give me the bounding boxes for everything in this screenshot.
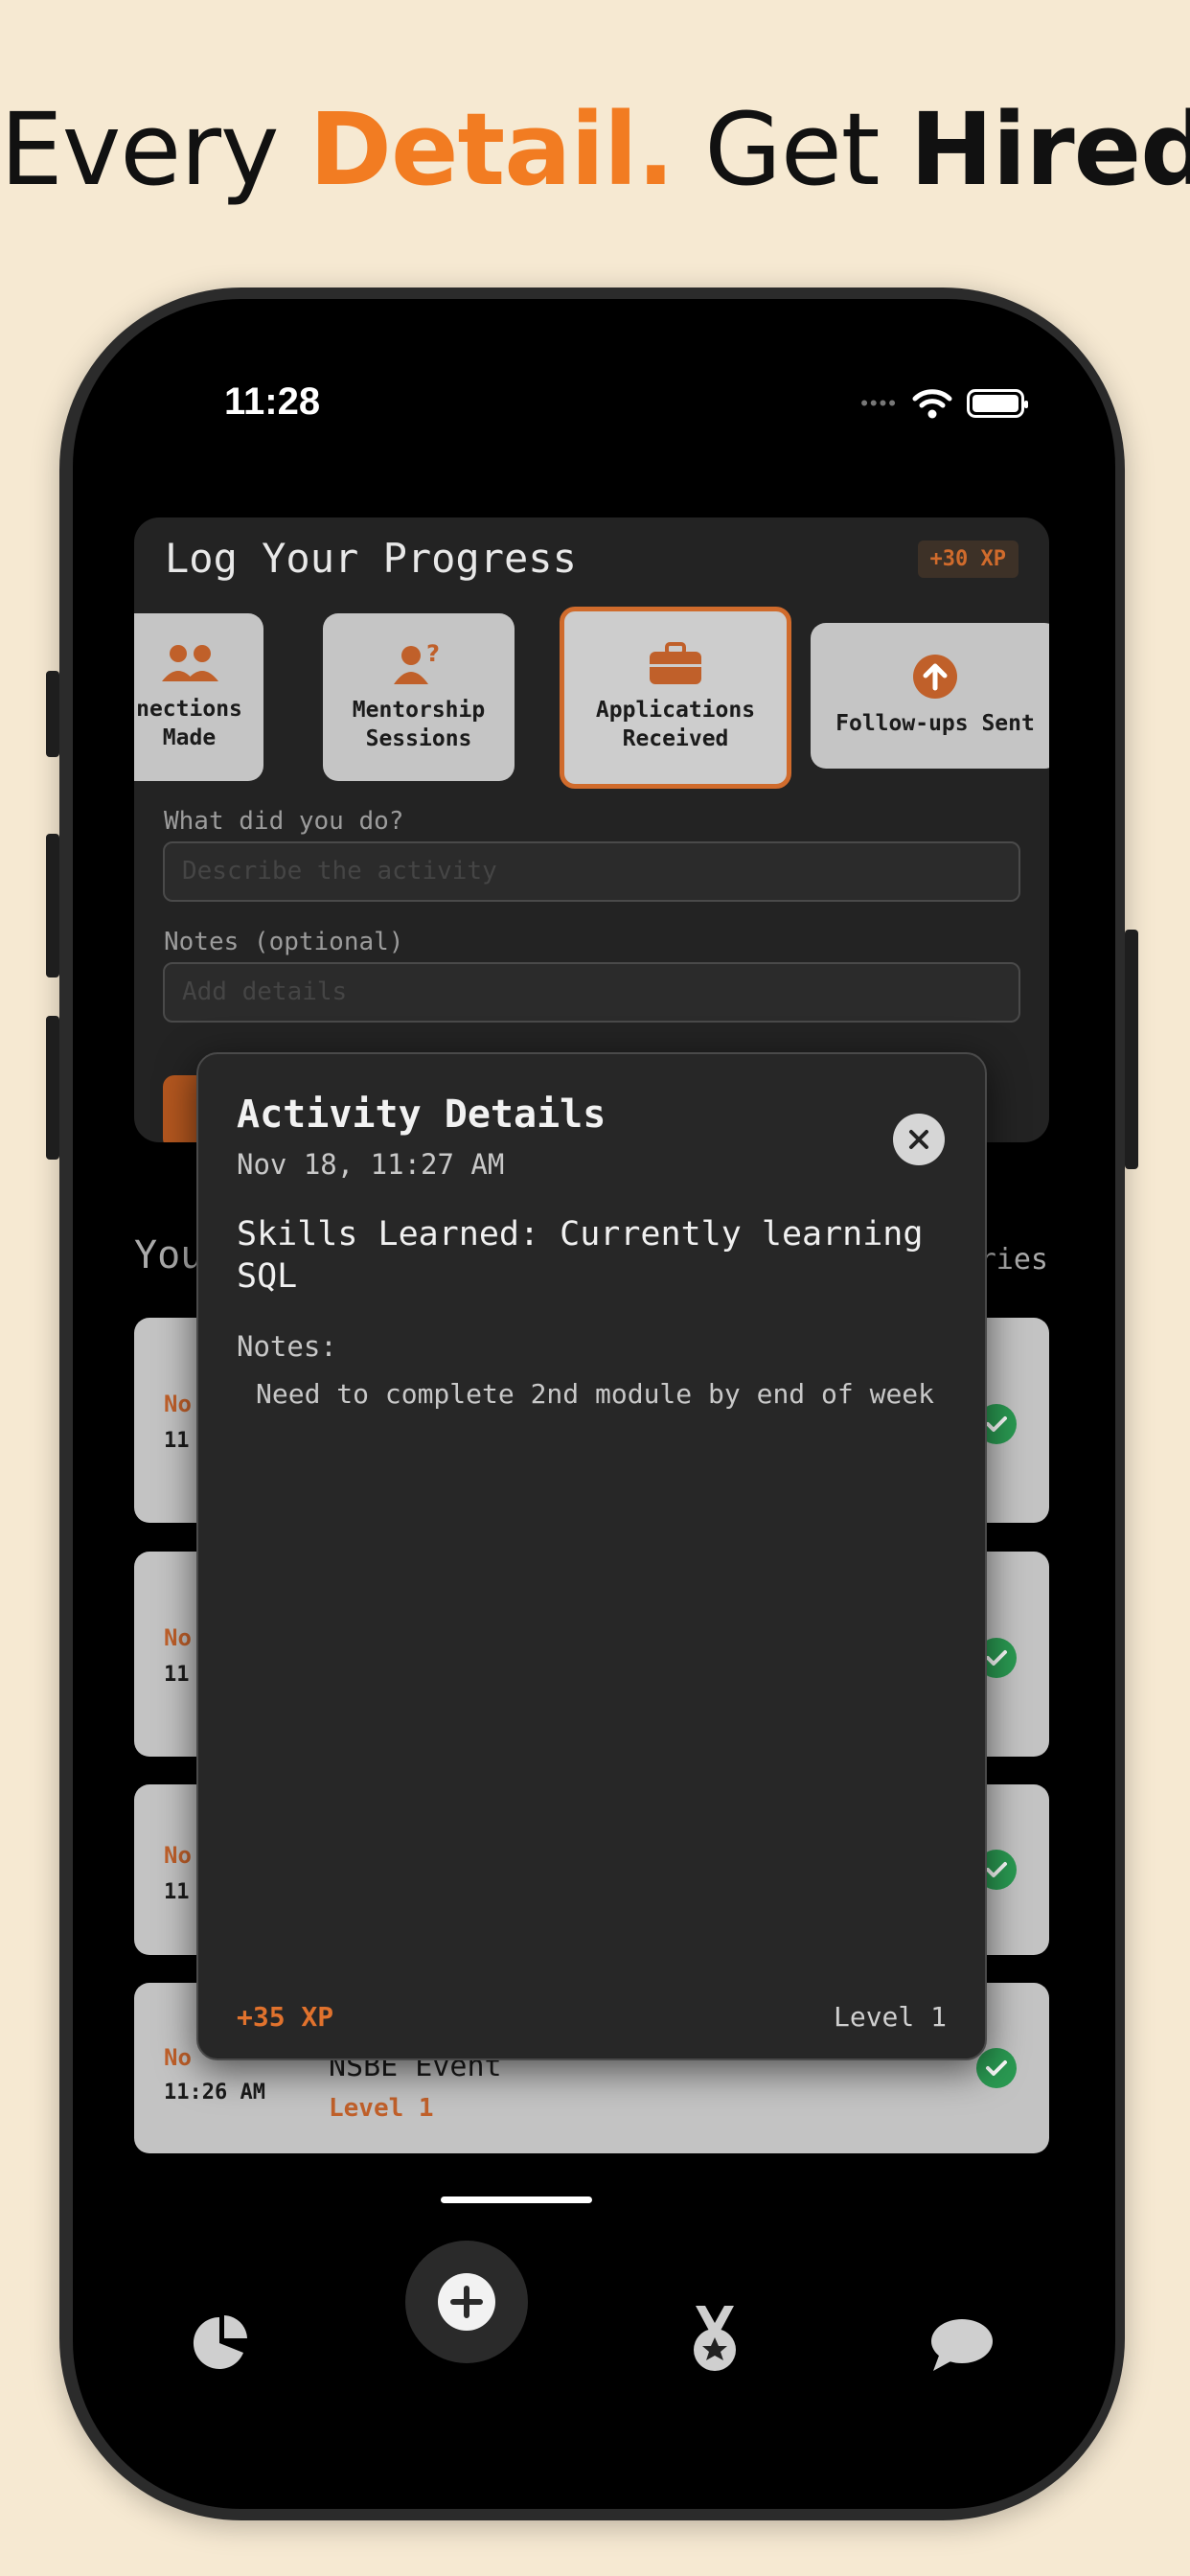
modal-title: Activity Details — [237, 1092, 606, 1137]
what-label: What did you do? — [164, 807, 404, 836]
category-label-line-1: Mentorship — [352, 697, 486, 723]
log-item-level: Level 1 — [329, 2094, 434, 2123]
category-follow-ups-sent[interactable]: Follow-ups Sent — [811, 623, 1049, 769]
add-icon — [438, 2273, 495, 2331]
tab-achievements[interactable] — [686, 2304, 744, 2380]
log-item-time: 11 — [164, 1663, 190, 1687]
side-button-volume-down — [46, 1016, 59, 1160]
side-button-power — [1125, 930, 1138, 1169]
stats-icon — [193, 2315, 247, 2369]
notes-label: Notes (optional) — [164, 928, 404, 956]
home-indicator — [441, 2196, 592, 2203]
category-label-line-2: Made — [162, 724, 217, 750]
modal-xp: +35 XP — [237, 2001, 334, 2033]
modal-notes: Need to complete 2nd module by end of we… — [256, 1378, 935, 1410]
status-icons: •••• — [860, 387, 1028, 420]
close-icon — [909, 1130, 928, 1149]
modal-notes-label: Notes: — [237, 1330, 337, 1363]
marketing-headline: Every Detail. Get Hired. — [0, 91, 1190, 208]
xp-badge: +30 XP — [917, 540, 1018, 578]
activity-details-modal: Activity Details Nov 18, 11:27 AM Skills… — [196, 1052, 987, 2060]
headline-part-2: Get — [674, 91, 910, 208]
chat-icon — [931, 2319, 993, 2371]
medal-icon — [694, 2306, 736, 2371]
tab-stats[interactable] — [190, 2313, 249, 2378]
category-label-line-2: Sessions — [365, 725, 472, 751]
category-label-line-1: Applications — [595, 698, 756, 723]
headline-accent: Detail. — [309, 91, 675, 208]
modal-summary: Skills Learned: Currently learning SQL — [237, 1215, 924, 1296]
log-item-category: No — [164, 2044, 192, 2071]
log-item-category: No — [164, 1391, 192, 1417]
signal-dots-icon: •••• — [860, 391, 898, 415]
add-activity-button[interactable] — [405, 2241, 528, 2363]
see-all-categories-link[interactable]: ries — [979, 1243, 1048, 1276]
headline-part-1: Every — [0, 91, 309, 208]
category-applications-received[interactable]: Applications Received — [560, 607, 791, 789]
category-connections-made[interactable]: nections Made — [134, 613, 263, 781]
category-label-line-1: nections — [136, 696, 242, 722]
log-item-time: 11:26 AM — [164, 2081, 265, 2104]
headline-bold: Hired. — [909, 91, 1190, 208]
log-progress-card: Log Your Progress +30 XP nections Made ?… — [134, 518, 1049, 1142]
side-button-volume-up — [46, 834, 59, 978]
log-item-category: No — [164, 1624, 192, 1651]
check-icon — [976, 2048, 1017, 2088]
modal-level: Level 1 — [833, 2001, 947, 2033]
side-button-mute — [46, 671, 59, 757]
category-label-line-2: Received — [622, 726, 729, 751]
log-item-time: 11 — [164, 1880, 190, 1904]
what-input[interactable]: Describe the activity — [163, 841, 1020, 902]
progress-card-title: Log Your Progress — [165, 535, 577, 582]
status-time: 11:28 — [224, 380, 321, 423]
briefcase-icon — [650, 642, 701, 684]
category-mentorship-sessions[interactable]: ? Mentorship Sessions — [323, 613, 515, 781]
log-item-category: No — [164, 1842, 192, 1869]
wifi-icon — [912, 389, 952, 419]
arrow-up-circle-icon — [913, 655, 957, 699]
people-icon — [161, 644, 218, 681]
log-item-time: 11 — [164, 1429, 190, 1453]
recent-activity-title: You — [134, 1233, 204, 1277]
category-label-line-1: Follow-ups Sent — [835, 711, 1035, 736]
phone-screen: 11:28 •••• Log Your Progress +30 XP nect… — [73, 299, 1115, 2509]
notes-input[interactable]: Add details — [163, 962, 1020, 1023]
battery-icon — [967, 389, 1028, 418]
modal-date: Nov 18, 11:27 AM — [237, 1148, 505, 1181]
close-button[interactable] — [893, 1114, 945, 1165]
svg-text:?: ? — [426, 642, 440, 667]
tab-chat[interactable] — [929, 2317, 995, 2378]
mentor-question-icon: ? — [394, 642, 440, 684]
